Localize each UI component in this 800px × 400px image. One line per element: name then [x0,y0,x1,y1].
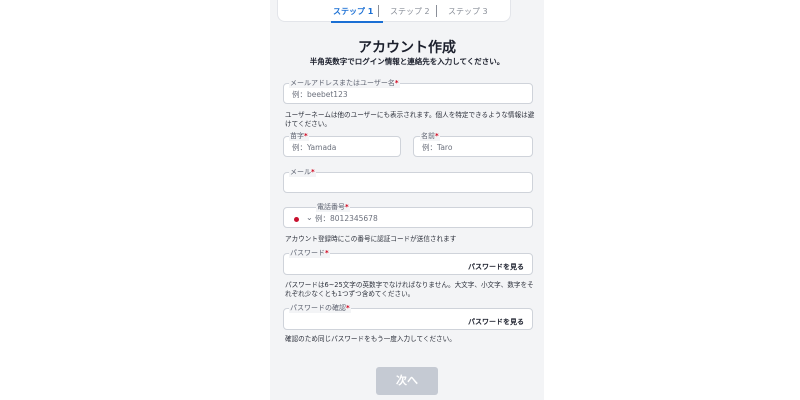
last-name-placeholder: 例：Yamada [292,143,337,152]
username-helper: ユーザーネームは他のユーザーにも表示されます。個人を特定できるような情報は避けて… [285,111,535,128]
japan-flag-icon[interactable] [294,217,299,222]
last-name-label: 苗字* [289,131,309,141]
email-input[interactable] [283,172,533,193]
first-name-placeholder: 例：Taro [422,143,453,152]
first-name-label: 名前* [420,131,440,141]
next-button[interactable]: 次へ [376,367,438,395]
password-helper: パスワードは6~25文字の英数字でなければなりません。大文字、小文字、数字をそれ… [285,281,534,298]
password-confirm-label: パスワードの確認* [289,303,351,313]
active-step-bar [331,21,383,23]
page-title: アカウント作成 [358,40,456,56]
password-confirm-helper: 確認のため同じパスワードをもう一度入力してください。 [285,335,456,343]
page-subtitle: 半角英数字でログイン情報と連絡先を入力してください。 [309,57,505,66]
phone-helper: アカウント登録時にこの番号に認証コードが送信されます [285,235,457,243]
show-password-button[interactable]: パスワードを見る [468,262,524,272]
phone-placeholder: 例：8012345678 [315,214,378,223]
step-separator [436,5,437,17]
password-label: パスワード* [289,248,330,258]
step-1: ステップ 1 [333,7,374,16]
phone-label: 電話番号* [316,202,350,212]
show-password-confirm-button[interactable]: パスワードを見る [468,317,524,327]
step-separator [378,5,379,17]
username-label: メールアドレスまたはユーザー名* [289,78,400,88]
step-3: ステップ 3 [448,7,488,16]
step-indicator: ステップ 1 ステップ 2 ステップ 3 [277,0,511,22]
email-label: メール* [289,167,316,177]
username-placeholder: 例：beebet123 [292,90,348,99]
step-2: ステップ 2 [390,7,430,16]
chevron-down-icon[interactable]: ⌄ [306,213,313,222]
